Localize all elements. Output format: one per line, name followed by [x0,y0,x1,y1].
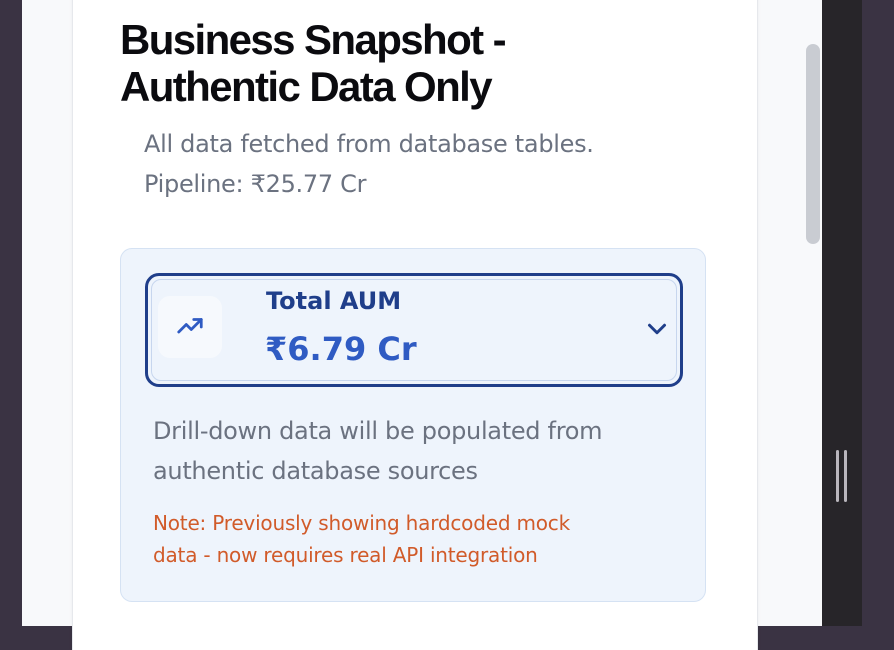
side-panel-divider [822,0,862,626]
content-viewport: Business Snapshot - Authentic Data Only … [22,0,822,650]
metric-value: ₹6.79 Cr [265,330,417,368]
resize-grip-line [836,450,839,502]
trending-up-icon [158,296,222,358]
mock-data-note-line-1: Note: Previously showing hardcoded mock [153,511,570,535]
page-subtitle: All data fetched from database tables. P… [144,124,704,204]
drilldown-message-line-2: authentic database sources [153,457,478,485]
mock-data-note-line-2: data - now requires real API integration [153,543,538,567]
total-aum-toggle[interactable]: Total AUM ₹6.79 Cr [145,273,683,387]
drilldown-message: Drill-down data will be populated from a… [153,411,693,491]
drilldown-message-line-1: Drill-down data will be populated from [153,417,603,445]
metric-label: Total AUM [266,287,402,315]
mock-data-note: Note: Previously showing hardcoded mock … [153,507,693,571]
window-right-edge [862,0,894,626]
chevron-down-icon[interactable] [642,314,672,344]
subtitle-source-text: All data fetched from database tables. [144,130,594,158]
page-title-line-2: Authentic Data Only [120,63,493,110]
page-title-line-1: Business Snapshot - [120,16,507,63]
scrollbar-thumb[interactable] [806,44,820,244]
resize-handle[interactable] [832,446,852,508]
window-left-edge [0,0,22,626]
metric-panel: Total AUM ₹6.79 Cr Drill-down data will … [120,248,706,602]
resize-grip-line [844,450,847,502]
page-title: Business Snapshot - Authentic Data Only [120,16,640,110]
subtitle-pipeline-text: Pipeline: ₹25.77 Cr [144,170,367,198]
